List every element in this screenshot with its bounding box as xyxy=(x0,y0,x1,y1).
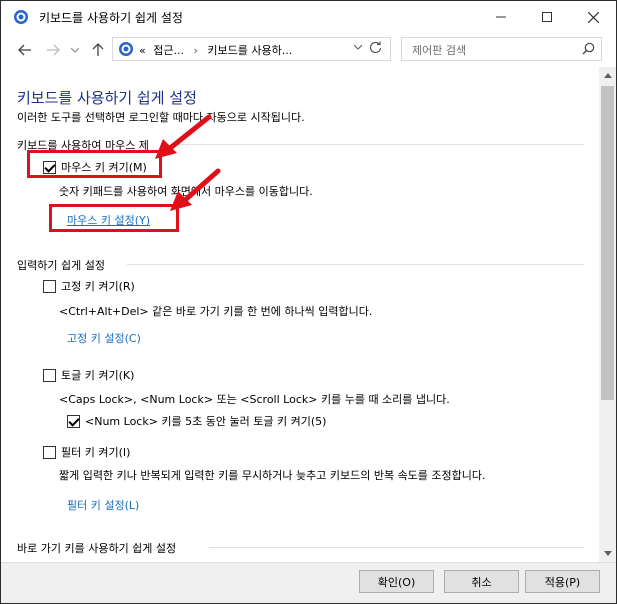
title-bar: 키보드를 사용하기 쉽게 설정 xyxy=(1,1,616,33)
up-arrow-icon[interactable] xyxy=(89,41,107,59)
navigation-bar: « 접근... › 키보드를 사용하... 제어판 검색 xyxy=(1,33,616,67)
apply-button[interactable]: 적용(P) xyxy=(525,570,600,593)
scrollbar-thumb[interactable] xyxy=(601,86,614,400)
sticky-keys-description: <Ctrl+Alt+Del> 같은 바로 가기 키를 한 번에 하나씩 입력합니… xyxy=(59,305,373,318)
control-panel-window: 키보드를 사용하기 쉽게 설정 « 접근... › 키보드를 사용하... 제어… xyxy=(0,0,617,604)
section-title: 바로 가기 키를 사용하기 쉽게 설정 xyxy=(17,542,177,555)
refresh-icon[interactable] xyxy=(369,41,382,58)
checkbox-label[interactable]: 필터 키 켜기(I) xyxy=(61,444,130,460)
section-header-typing: 입력하기 쉽게 설정 xyxy=(17,257,584,272)
toggle-keys-description: <Caps Lock>, <Num Lock> 또는 <Scroll Lock>… xyxy=(59,393,450,406)
filter-keys-option[interactable]: 필터 키 켜기(I) xyxy=(43,444,130,460)
scroll-down-icon[interactable] xyxy=(599,545,616,562)
window-title: 키보드를 사용하기 쉽게 설정 xyxy=(39,11,183,25)
ok-button[interactable]: 확인(O) xyxy=(359,570,434,593)
ease-of-access-icon xyxy=(118,41,134,57)
address-bar[interactable]: « 접근... › 키보드를 사용하... xyxy=(112,37,391,61)
annotation-arrow-icon xyxy=(170,168,221,211)
section-title: 입력하기 쉽게 설정 xyxy=(17,259,105,272)
breadcrumb-item-keyboard[interactable]: 키보드를 사용하... xyxy=(207,44,292,57)
search-icon[interactable] xyxy=(582,42,595,58)
scroll-up-icon[interactable] xyxy=(599,67,616,84)
dialog-footer: 확인(O) 취소 적용(P) xyxy=(1,562,616,603)
breadcrumb-overflow[interactable]: « xyxy=(139,44,146,57)
breadcrumb: « 접근... › 키보드를 사용하... xyxy=(139,42,292,58)
ease-of-access-icon xyxy=(13,9,29,25)
search-input[interactable]: 제어판 검색 xyxy=(401,37,602,61)
annotation-highlight-settings-link xyxy=(49,204,179,232)
search-placeholder: 제어판 검색 xyxy=(412,44,467,57)
address-dropdown-icon[interactable] xyxy=(353,42,363,53)
section-header-shortcuts: 바로 가기 키를 사용하기 쉽게 설정 xyxy=(17,540,584,555)
filter-keys-settings-link[interactable]: 필터 키 설정(L) xyxy=(67,497,139,513)
filter-keys-checkbox[interactable] xyxy=(43,445,56,459)
content-area: 키보드를 사용하기 쉽게 설정 이러한 도구를 선택하면 로그인할 때마다 자동… xyxy=(1,67,599,562)
toggle-keys-checkbox[interactable] xyxy=(43,368,56,382)
divider xyxy=(209,547,584,548)
recent-dropdown-icon[interactable] xyxy=(66,41,84,59)
numlock-toggle-option[interactable]: <Num Lock> 키를 5초 동안 눌러 토글 키 켜기(5) xyxy=(67,413,326,429)
maximize-button[interactable] xyxy=(524,1,570,33)
breadcrumb-item-ease-of-access[interactable]: 접근... xyxy=(153,44,184,57)
filter-keys-description: 짧게 입력한 키나 반복되게 입력한 키를 무시하거나 늦추고 키보드의 반복 … xyxy=(59,469,486,482)
close-button[interactable] xyxy=(570,1,616,33)
page-title: 키보드를 사용하기 쉽게 설정 xyxy=(17,89,197,107)
sticky-keys-checkbox[interactable] xyxy=(43,279,56,293)
checkbox-label[interactable]: 고정 키 켜기(R) xyxy=(61,278,135,294)
section-header-mouse: 키보드를 사용하여 마우스 제 xyxy=(17,137,584,152)
toggle-keys-option[interactable]: 토글 키 켜기(K) xyxy=(43,367,134,383)
cancel-button[interactable]: 취소 xyxy=(444,570,519,593)
annotation-arrow-icon xyxy=(155,114,212,159)
checkbox-label[interactable]: 토글 키 켜기(K) xyxy=(61,367,134,383)
annotation-highlight-mouse-keys xyxy=(27,150,162,178)
divider xyxy=(177,144,584,145)
forward-arrow-icon[interactable] xyxy=(44,41,62,59)
checkbox-label[interactable]: <Num Lock> 키를 5초 동안 눌러 토글 키 켜기(5) xyxy=(85,413,326,429)
sticky-keys-settings-link[interactable]: 고정 키 설정(C) xyxy=(67,330,141,346)
back-arrow-icon[interactable] xyxy=(16,41,34,59)
divider xyxy=(127,264,584,265)
breadcrumb-separator: › xyxy=(193,44,198,57)
vertical-scrollbar[interactable] xyxy=(599,67,616,562)
numlock-toggle-checkbox[interactable] xyxy=(67,414,80,428)
minimize-button[interactable] xyxy=(478,1,524,33)
sticky-keys-option[interactable]: 고정 키 켜기(R) xyxy=(43,278,135,294)
